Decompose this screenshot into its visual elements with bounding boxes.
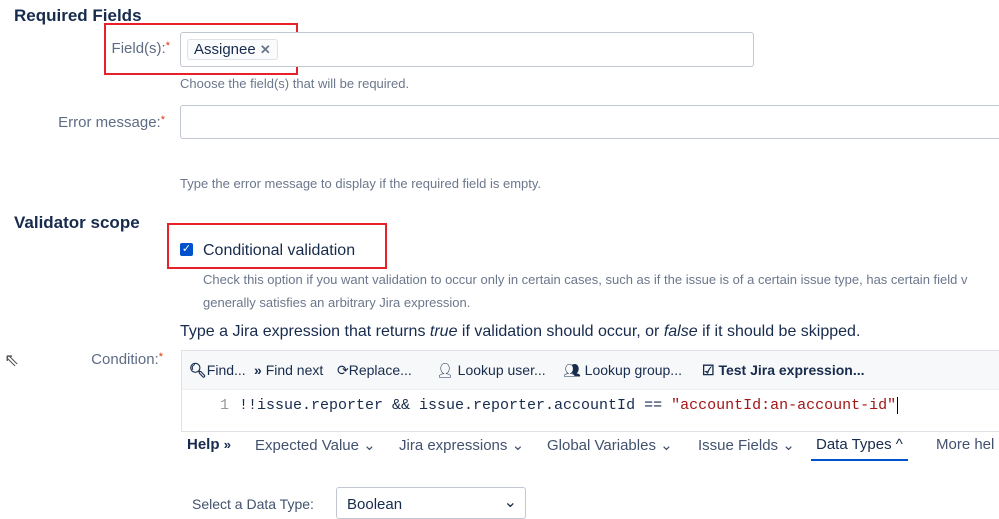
- assignee-tag: Assignee ✕: [187, 39, 278, 60]
- tab-global-variables[interactable]: Global Variables ⌄: [547, 436, 673, 454]
- conditional-validation-checkbox[interactable]: ✓: [180, 243, 193, 256]
- mouse-cursor-icon: ⇖: [4, 350, 20, 370]
- help-label: Help »: [187, 436, 231, 453]
- data-type-value: Boolean: [347, 496, 403, 513]
- chevron-down-icon: ⌄: [363, 437, 376, 454]
- tab-label: Expected Value: [255, 437, 359, 454]
- tab-label: Global Variables: [547, 437, 656, 454]
- double-chevron-icon: »: [254, 362, 262, 378]
- code-editor[interactable]: 🔍︎Find... » Find next ⟳Replace... 👤︎ Loo…: [181, 350, 999, 432]
- required-marker: *: [158, 351, 163, 363]
- section-heading-validator-scope: Validator scope: [14, 213, 140, 232]
- scope-help-1: Check this option if you want validation…: [203, 272, 968, 287]
- error-message-input[interactable]: [180, 105, 999, 139]
- chevron-down-icon: ⌄: [511, 437, 525, 454]
- find-next-label: Find next: [265, 362, 324, 378]
- t5: if it should be skipped.: [697, 323, 861, 340]
- condition-label-text: Condition:: [91, 351, 159, 368]
- find-button[interactable]: 🔍︎Find...: [189, 362, 246, 379]
- tab-expected-value[interactable]: Expected Value ⌄: [255, 436, 376, 454]
- t1: Type a Jira expression that returns: [180, 323, 430, 340]
- lookup-group-button[interactable]: 👥︎ Lookup group...: [563, 362, 682, 379]
- tab-issue-fields[interactable]: Issue Fields ⌄: [698, 436, 795, 454]
- search-icon: 🔍︎: [189, 362, 207, 378]
- editor-toolbar: 🔍︎Find... » Find next ⟳Replace... 👤︎ Loo…: [182, 351, 999, 390]
- expression-instructions: Type a Jira expression that returns true…: [180, 323, 860, 341]
- find-next-button[interactable]: » Find next: [254, 362, 323, 378]
- t3: if validation should occur, or: [457, 323, 664, 340]
- test-expression-button[interactable]: ☑ Test Jira expression...: [702, 362, 864, 379]
- chevron-down-icon: ⌄: [782, 437, 795, 454]
- lookup-user-button[interactable]: 👤︎ Lookup user...: [436, 362, 546, 379]
- data-type-label: Select a Data Type:: [192, 496, 314, 512]
- lookup-group-label: Lookup group...: [584, 362, 682, 378]
- t4: false: [663, 323, 698, 340]
- code-string: "accountId:an-account-id": [671, 397, 897, 414]
- error-message-label: Error message:*: [40, 114, 165, 131]
- tab-label: Jira expressions: [399, 437, 508, 454]
- scope-help-2: generally satisfies an arbitrary Jira ex…: [203, 295, 471, 310]
- conditional-validation-label[interactable]: Conditional validation: [203, 242, 355, 260]
- tab-jira-expressions[interactable]: Jira expressions ⌄: [399, 436, 524, 454]
- fields-label-text: Field(s):: [111, 40, 166, 57]
- data-type-select[interactable]: Boolean ⌄: [336, 487, 526, 519]
- replace-label: Replace...: [348, 362, 412, 378]
- code-line: !!issue.reporter && issue.reporter.accou…: [239, 397, 899, 414]
- chevron-down-icon: ⌄: [503, 494, 517, 511]
- t2: true: [429, 323, 458, 340]
- lookup-user-label: Lookup user...: [457, 362, 546, 378]
- tab-label: Data Types: [816, 436, 892, 453]
- condition-label: Condition:*: [60, 351, 163, 368]
- replace-button[interactable]: ⟳Replace...: [337, 362, 412, 379]
- tab-data-types[interactable]: Data Types ^: [811, 436, 908, 461]
- test-expression-label: Test Jira expression...: [718, 362, 865, 378]
- tab-more-help[interactable]: More hel: [936, 436, 994, 453]
- required-marker: *: [165, 40, 170, 52]
- help-text: Help: [187, 436, 220, 453]
- tag-label: Assignee: [194, 41, 256, 58]
- code-text: !!issue.reporter && issue.reporter.accou…: [239, 397, 672, 414]
- replace-icon: ⟳: [337, 362, 349, 378]
- required-marker: *: [160, 114, 165, 126]
- group-icon: 👥︎: [563, 362, 581, 378]
- chevron-up-icon: ^: [895, 436, 903, 453]
- user-icon: 👤︎: [436, 362, 454, 378]
- chevron-down-icon: ⌄: [660, 437, 673, 454]
- find-label: Find...: [206, 362, 246, 378]
- fields-help: Choose the field(s) that will be require…: [180, 76, 410, 91]
- error-help: Type the error message to display if the…: [180, 176, 542, 191]
- fields-input[interactable]: Assignee ✕: [180, 32, 754, 67]
- remove-tag-icon[interactable]: ✕: [260, 42, 271, 57]
- error-label-text: Error message:: [58, 114, 161, 131]
- checklist-icon: ☑: [702, 362, 715, 378]
- tab-label: Issue Fields: [698, 437, 779, 454]
- double-chevron-icon: »: [223, 437, 231, 452]
- fields-label: Field(s):*: [100, 40, 170, 57]
- line-number: 1: [220, 397, 230, 414]
